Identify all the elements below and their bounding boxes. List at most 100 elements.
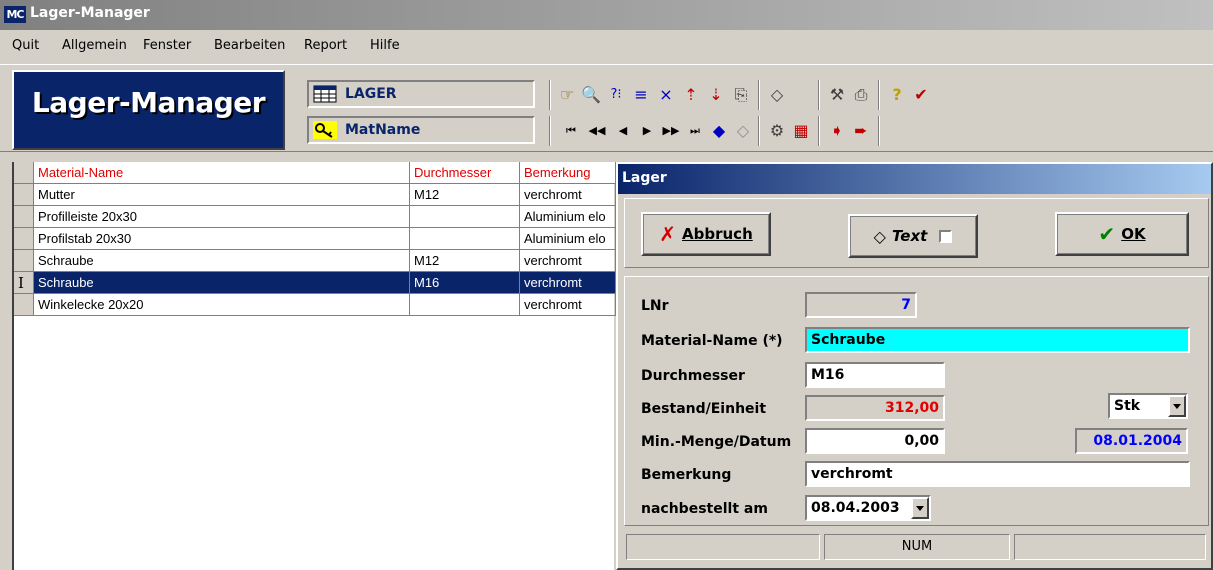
tools-icon[interactable]: ⚒ (826, 84, 848, 106)
menu-hilfe[interactable]: Hilfe (370, 38, 400, 53)
table-cell[interactable] (410, 228, 520, 250)
menu-allgemein[interactable]: Allgemein (62, 38, 127, 53)
bestand-label: Bestand/Einheit (641, 401, 767, 417)
edit-record-icon[interactable]: ☞ (556, 84, 578, 106)
table-cell[interactable] (410, 294, 520, 316)
ok-button[interactable]: ✔ OK (1055, 212, 1189, 256)
key-icon (313, 121, 337, 139)
text-checkbox[interactable] (939, 229, 953, 243)
search-icon[interactable]: 🔍 (580, 84, 602, 106)
index-selector-label: MatName (345, 122, 421, 138)
bemerkung-input[interactable]: verchromt (805, 461, 1190, 487)
clear-filter-icon[interactable]: × (655, 84, 677, 106)
page-back-icon[interactable]: ◀◀ (586, 120, 608, 142)
checkmark-icon: ✔ (1098, 222, 1116, 246)
copy-record-icon[interactable]: ⎘ (730, 84, 752, 106)
minmenge-input[interactable]: 0,00 (805, 428, 945, 454)
nachbestellt-label: nachbestellt am (641, 501, 768, 517)
toolbar-separator (878, 116, 880, 146)
last-record-icon[interactable]: ⏭ (684, 120, 706, 142)
table-icon (313, 85, 337, 103)
text-button[interactable]: ◇ Text (848, 214, 978, 258)
menu-quit[interactable]: Quit (12, 38, 39, 53)
table-cell-selected[interactable]: M16 (410, 272, 520, 294)
checkmark-icon[interactable]: ✔ (910, 84, 932, 106)
dialog-title: Lager (622, 170, 667, 186)
bemerkung-label: Bemerkung (641, 467, 732, 483)
ok-button-label: OK (1121, 225, 1146, 243)
table-cell-selected[interactable]: verchromt (520, 272, 616, 294)
logo-text: Lager-Manager (31, 86, 266, 119)
data-grid[interactable]: Material-Name Durchmesser Bemerkung Mutt… (12, 162, 616, 570)
chart-icon[interactable]: ▦ (790, 120, 812, 142)
table-selector[interactable]: LAGER (307, 80, 535, 108)
status-num: NUM (824, 534, 1010, 560)
table-cell[interactable]: verchromt (520, 250, 616, 272)
table-cell[interactable]: Winkelecke 20x20 (34, 294, 410, 316)
menu-fenster[interactable]: Fenster (143, 38, 191, 53)
table-cell[interactable]: Profilstab 20x30 (34, 228, 410, 250)
query-icon[interactable]: ?⁝ (605, 84, 627, 106)
toolbar-separator (878, 80, 880, 110)
table-cell[interactable] (410, 206, 520, 228)
datum-field: 08.01.2004 (1075, 428, 1188, 454)
toolbar-separator (549, 116, 551, 146)
toolbar-separator (758, 80, 760, 110)
table-cell[interactable]: Profilleiste 20x30 (34, 206, 410, 228)
index-selector[interactable]: MatName (307, 116, 535, 144)
row-indicator[interactable] (14, 206, 34, 228)
row-indicator-header (14, 162, 34, 184)
sort-asc-icon[interactable]: ⇡ (680, 84, 702, 106)
cancel-x-icon: ✗ (659, 222, 677, 246)
current-row-marker[interactable]: I (14, 272, 34, 294)
nachbestellt-date-picker[interactable]: 08.04.2003 (805, 495, 931, 521)
chevron-down-icon[interactable] (1168, 395, 1186, 417)
row-indicator[interactable] (14, 228, 34, 250)
row-indicator[interactable] (14, 250, 34, 272)
relation-icon[interactable]: ⚙ (766, 120, 788, 142)
table-cell[interactable]: M12 (410, 250, 520, 272)
column-header-material[interactable]: Material-Name (34, 162, 410, 184)
eraser-icon[interactable]: ◇ (766, 84, 788, 106)
table-cell[interactable]: verchromt (520, 184, 616, 206)
toolbar-separator (549, 80, 551, 110)
table-cell[interactable]: Schraube (34, 250, 410, 272)
menu-bar: Quit Allgemein Fenster Bearbeiten Report… (0, 34, 1213, 58)
print-icon[interactable]: ⎙ (850, 84, 872, 106)
row-indicator[interactable] (14, 184, 34, 206)
window-title: Lager-Manager (30, 5, 150, 21)
table-cell[interactable]: M12 (410, 184, 520, 206)
filter-icon[interactable]: ≡ (630, 84, 652, 106)
table-cell[interactable]: verchromt (520, 294, 616, 316)
dialog-title-bar[interactable] (618, 164, 1211, 194)
page-forward-icon[interactable]: ▶▶ (660, 120, 682, 142)
table-cell[interactable]: Mutter (34, 184, 410, 206)
help-icon[interactable]: ? (886, 84, 908, 106)
durchmesser-label: Durchmesser (641, 368, 745, 384)
menu-report[interactable]: Report (304, 38, 347, 53)
goto-icon[interactable]: ◇ (732, 120, 754, 142)
toolbar-separator (758, 116, 760, 146)
export-icon[interactable]: ➧ (826, 120, 848, 142)
einheit-select[interactable]: Stk (1108, 393, 1188, 419)
table-cell-selected[interactable]: Schraube (34, 272, 410, 294)
column-header-bemerkung[interactable]: Bemerkung (520, 162, 616, 184)
table-cell[interactable]: Aluminium elo (520, 206, 616, 228)
first-record-icon[interactable]: ⏮ (560, 120, 582, 142)
durchmesser-input[interactable]: M16 (805, 362, 945, 388)
app-icon[interactable]: MC (4, 6, 26, 23)
chevron-down-icon[interactable] (911, 497, 929, 519)
sort-desc-icon[interactable]: ⇣ (705, 84, 727, 106)
column-header-durchmesser[interactable]: Durchmesser (410, 162, 520, 184)
cancel-button[interactable]: ✗ Abbruch (641, 212, 771, 256)
previous-record-icon[interactable]: ◀ (612, 120, 634, 142)
minmenge-label: Min.-Menge/Datum (641, 434, 792, 450)
menu-bearbeiten[interactable]: Bearbeiten (214, 38, 285, 53)
bookmark-icon[interactable]: ◆ (708, 120, 730, 142)
material-name-input[interactable]: Schraube (805, 327, 1190, 353)
toolbar-separator (818, 116, 820, 146)
row-indicator[interactable] (14, 294, 34, 316)
next-record-icon[interactable]: ▶ (636, 120, 658, 142)
table-cell[interactable]: Aluminium elo (520, 228, 616, 250)
import-icon[interactable]: ➨ (850, 120, 872, 142)
